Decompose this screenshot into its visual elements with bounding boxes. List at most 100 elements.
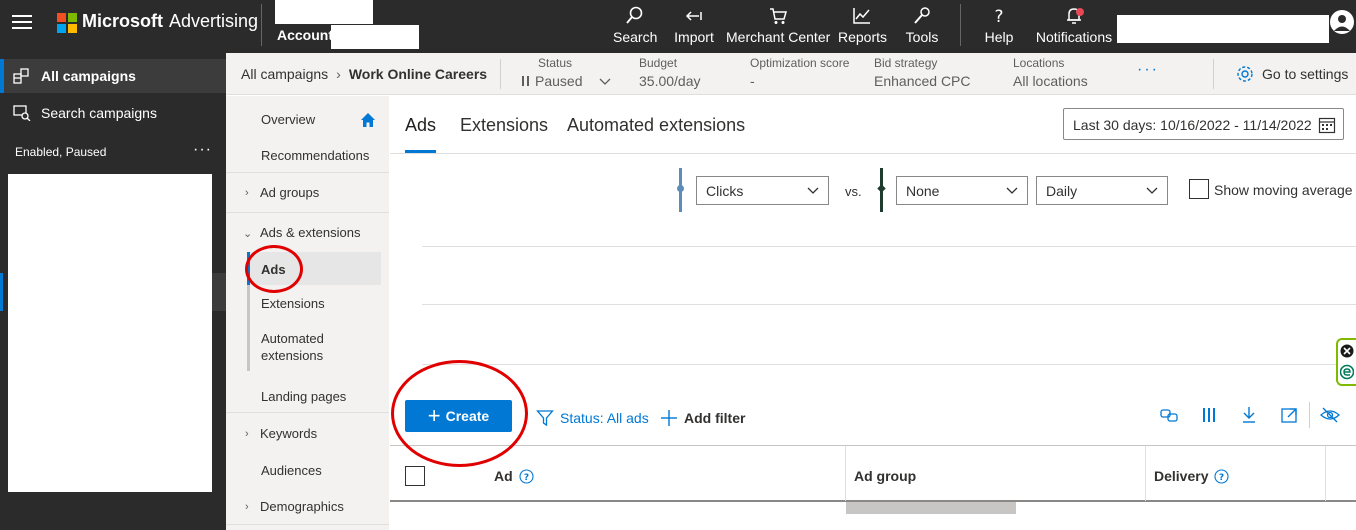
pause-icon	[522, 76, 529, 86]
brand-title[interactable]: Microsoft Advertising	[82, 11, 258, 32]
interval-dropdown[interactable]: Daily	[1036, 176, 1168, 205]
column-header-ad[interactable]: Ad ?	[494, 468, 534, 484]
subnav-overview[interactable]: Overview	[261, 112, 315, 127]
optimization-score-field[interactable]: Optimization score -	[750, 56, 849, 89]
hamburger-menu-icon[interactable]	[12, 15, 32, 31]
topnav-notifications[interactable]: Notifications	[1034, 4, 1114, 50]
chart-icon	[853, 8, 870, 24]
chevron-down-icon[interactable]: ⌄	[243, 227, 252, 240]
metric1-dropdown[interactable]: Clicks	[696, 176, 829, 205]
extension-widget[interactable]	[1336, 338, 1356, 386]
campaigns-icon	[13, 68, 33, 84]
bid-strategy-field[interactable]: Bid strategy Enhanced CPC	[874, 56, 971, 89]
more-options-icon[interactable]: ···	[193, 141, 212, 159]
close-icon[interactable]	[1340, 344, 1354, 358]
metric2-dropdown[interactable]: None	[896, 176, 1028, 205]
hide-chart-icon[interactable]	[1320, 406, 1340, 424]
sidebar-item-all-campaigns[interactable]: All campaigns	[0, 59, 226, 93]
campaign-sidebar: All campaigns Search campaigns Enabled, …	[0, 53, 226, 530]
expand-icon[interactable]	[1280, 406, 1298, 424]
select-all-checkbox[interactable]	[405, 466, 425, 486]
topnav-search[interactable]: Search	[613, 4, 657, 50]
subnav-audiences[interactable]: Audiences	[261, 463, 322, 478]
add-filter-button[interactable]: Add filter	[660, 409, 745, 427]
help-icon: ?	[994, 7, 1003, 26]
info-icon[interactable]: ?	[519, 468, 534, 484]
segment-icon[interactable]	[1160, 406, 1178, 424]
budget-field[interactable]: Budget 35.00/day	[639, 56, 701, 89]
tab-extensions[interactable]: Extensions	[460, 115, 548, 136]
campaign-header: All campaigns › Work Online Careers Status…	[226, 53, 1356, 95]
search-icon	[626, 6, 643, 24]
status-field[interactable]: Status Paused	[521, 56, 612, 89]
subnav-keywords[interactable]: Keywords	[260, 426, 317, 441]
chart-gridline	[422, 304, 1356, 305]
moving-average-checkbox[interactable]	[1189, 179, 1209, 199]
column-header-ad-group[interactable]: Ad group	[854, 468, 916, 484]
subnav-demographics[interactable]: Demographics	[260, 499, 344, 514]
subnav-extensions[interactable]: Extensions	[261, 296, 325, 311]
extension-logo-icon	[1340, 364, 1354, 380]
info-icon[interactable]: ?	[1214, 468, 1230, 484]
selected-campaign-highlight	[212, 273, 226, 311]
topnav-merchant-center[interactable]: Merchant Center	[726, 4, 830, 50]
tab-automated-extensions[interactable]: Automated extensions	[567, 115, 745, 136]
divider	[226, 524, 389, 525]
svg-text:?: ?	[994, 7, 1003, 26]
avatar-icon[interactable]	[1330, 10, 1354, 36]
go-to-settings-link[interactable]: Go to settings	[1236, 65, 1348, 83]
tab-ads[interactable]: Ads	[405, 115, 436, 136]
account-name-redacted[interactable]	[275, 0, 373, 24]
date-range-picker[interactable]: Last 30 days: 10/16/2022 - 11/14/2022	[1063, 108, 1344, 140]
divider	[500, 59, 501, 89]
divider	[261, 4, 262, 46]
column-divider[interactable]	[845, 446, 846, 501]
topnav-reports[interactable]: Reports	[838, 4, 887, 50]
filter-icon	[536, 410, 554, 427]
divider	[1213, 59, 1214, 89]
user-email-redacted[interactable]	[1117, 15, 1329, 43]
subnav-landing-pages[interactable]: Landing pages	[261, 389, 346, 404]
column-divider[interactable]	[1145, 446, 1146, 501]
metric2-marker-icon	[877, 184, 886, 193]
more-fields-icon[interactable]: ···	[1137, 61, 1159, 79]
sidebar-item-search-campaigns[interactable]: Search campaigns	[0, 96, 226, 130]
svg-text:?: ?	[1219, 473, 1224, 483]
active-tab-indicator	[405, 150, 436, 153]
breadcrumb-root[interactable]: All campaigns	[241, 66, 328, 82]
breadcrumb-separator: ›	[336, 66, 341, 82]
status-filter-link[interactable]: Status: All ads	[536, 409, 649, 427]
locations-field[interactable]: Locations All locations	[1013, 56, 1088, 89]
account-label[interactable]: Account	[277, 27, 333, 43]
subnav-ad-groups[interactable]: Ad groups	[260, 185, 319, 200]
columns-icon[interactable]	[1201, 406, 1217, 424]
subnav-automated-extensions[interactable]: Automated extensions	[261, 330, 324, 364]
account-id-redacted[interactable]	[331, 25, 419, 49]
subnav-group-line	[247, 285, 250, 371]
topnav-help[interactable]: ? Help	[983, 4, 1015, 50]
download-icon[interactable]	[1241, 406, 1257, 424]
plus-icon	[661, 410, 677, 426]
chevron-down-icon	[1146, 187, 1158, 194]
vs-label: vs.	[845, 184, 862, 199]
calendar-icon	[1318, 117, 1336, 134]
horizontal-scrollbar[interactable]	[846, 502, 1016, 514]
subnav-ads-extensions[interactable]: Ads & extensions	[260, 225, 360, 240]
home-icon[interactable]	[360, 112, 376, 128]
topnav-tools[interactable]: Tools	[904, 4, 940, 50]
chevron-right-icon[interactable]: ›	[245, 187, 249, 199]
divider	[226, 212, 389, 213]
subnav-recommendations[interactable]: Recommendations	[261, 148, 369, 163]
divider	[960, 4, 961, 46]
column-header-delivery[interactable]: Delivery ?	[1154, 468, 1230, 484]
chevron-right-icon[interactable]: ›	[245, 428, 249, 440]
topnav-import[interactable]: Import	[672, 4, 716, 50]
divider	[1309, 402, 1310, 428]
campaign-status-filter[interactable]: Enabled, Paused	[15, 145, 106, 159]
chevron-right-icon[interactable]: ›	[245, 501, 249, 513]
metric1-marker-icon	[677, 185, 684, 192]
divider	[226, 172, 389, 173]
annotation-circle-create	[391, 360, 528, 467]
column-divider[interactable]	[1325, 446, 1326, 501]
performance-chart: Clicks vs. None Daily Show moving averag…	[390, 155, 1356, 387]
